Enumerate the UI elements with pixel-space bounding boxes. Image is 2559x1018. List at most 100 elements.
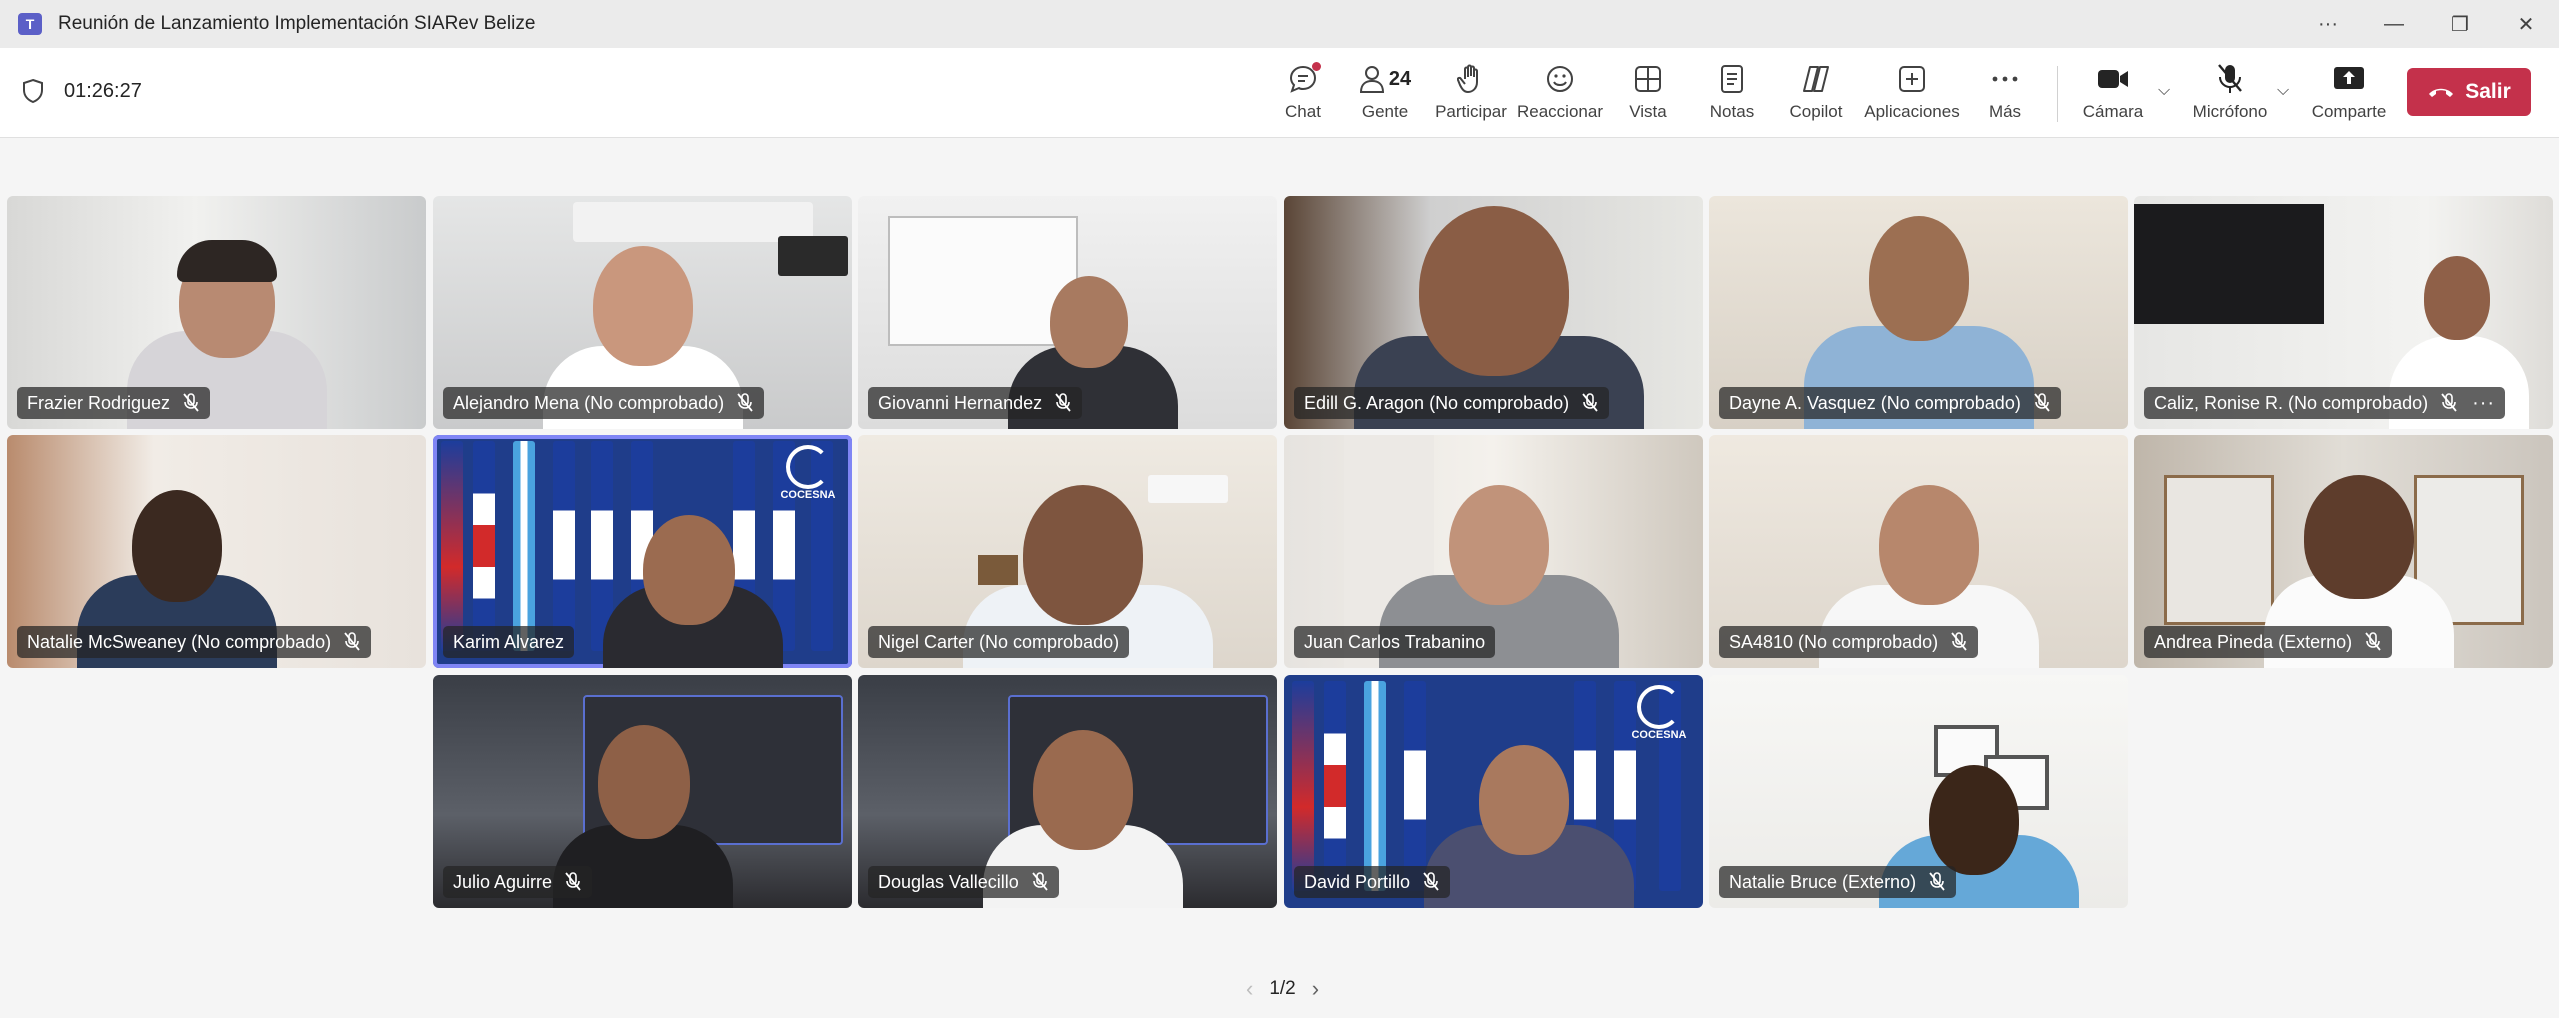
video-tile[interactable]: Caliz, Ronise R. (No comprobado) ··· — [2134, 196, 2553, 429]
next-page-button[interactable]: › — [1312, 976, 1319, 1002]
participant-name: Natalie Bruce (Externo) — [1729, 871, 1917, 892]
participant-name: Natalie McSweaney (No comprobado) — [27, 631, 332, 652]
view-button[interactable]: Vista — [1627, 60, 1669, 130]
video-tile-active-speaker[interactable]: COCESNA Karim Alvarez — [433, 435, 852, 668]
window-more-button[interactable]: ··· — [2295, 0, 2361, 48]
share-label: Comparte — [2311, 102, 2387, 121]
shield-icon — [23, 78, 43, 104]
people-label: Gente — [1361, 102, 1409, 121]
participant-name: Frazier Rodriguez — [27, 392, 171, 413]
camera-icon — [2097, 60, 2129, 98]
cocesna-logo: COCESNA — [1629, 685, 1689, 747]
participant-name-chip: Dayne A. Vasquez (No comprobado) — [1719, 387, 2061, 419]
close-button[interactable]: ✕ — [2493, 0, 2559, 48]
mic-off-icon — [1951, 632, 1967, 651]
participant-name-chip: Julio Aguirre — [443, 866, 593, 898]
more-icon — [1991, 60, 2019, 98]
tile-more-options-icon[interactable]: ··· — [2472, 392, 2495, 415]
copilot-icon — [1800, 60, 1832, 98]
gallery-pager: ‹ 1/2 › — [1230, 976, 1335, 1002]
unread-indicator — [1312, 62, 1321, 71]
share-screen-icon — [2333, 60, 2365, 98]
mic-off-icon — [1929, 872, 1945, 891]
hang-up-icon — [2429, 88, 2454, 97]
video-tile[interactable]: Nigel Carter (No comprobado) — [858, 435, 1277, 668]
video-tile[interactable]: Juan Carlos Trabanino — [1284, 435, 1703, 668]
video-tile[interactable]: COCESNA David Portillo — [1284, 675, 1703, 908]
video-tile[interactable]: Natalie McSweaney (No comprobado) — [7, 435, 426, 668]
previous-page-button[interactable]: ‹ — [1246, 976, 1253, 1002]
people-icon: 24 — [1359, 60, 1411, 98]
microphone-button[interactable]: Micrófono — [2190, 60, 2270, 130]
elapsed-time: 01:26:27 — [64, 79, 142, 102]
participant-name: Dayne A. Vasquez (No comprobado) — [1729, 392, 2021, 413]
notes-icon — [1719, 60, 1745, 98]
meeting-toolbar: 01:26:27 Chat 24 Gente Participar Reacci… — [0, 48, 2559, 138]
participant-name: SA4810 (No comprobado) — [1729, 631, 1939, 652]
apps-button[interactable]: Aplicaciones — [1864, 60, 1960, 130]
video-tile[interactable]: SA4810 (No comprobado) — [1709, 435, 2128, 668]
meeting-timer: 01:26:27 — [22, 78, 142, 104]
raise-hand-button[interactable]: Participar — [1435, 60, 1507, 130]
copilot-button[interactable]: Copilot — [1786, 60, 1846, 130]
chat-label: Chat — [1285, 102, 1321, 121]
video-tile[interactable]: Edill G. Aragon (No comprobado) — [1284, 196, 1703, 429]
chat-button[interactable]: Chat — [1283, 60, 1323, 130]
participant-name: Giovanni Hernandez — [878, 392, 1043, 413]
participant-name-chip: David Portillo — [1294, 866, 1451, 898]
notes-button[interactable]: Notas — [1708, 60, 1756, 130]
view-label: Vista — [1629, 102, 1667, 121]
toolbar-divider — [2057, 66, 2058, 122]
leave-button[interactable]: Salir — [2407, 68, 2531, 116]
leave-label: Salir — [2465, 80, 2511, 103]
video-tile[interactable]: Alejandro Mena (No comprobado) — [433, 196, 852, 429]
video-tile[interactable]: Andrea Pineda (Externo) — [2134, 435, 2553, 668]
camera-button[interactable]: Cámara — [2082, 60, 2144, 130]
mic-off-icon — [737, 393, 753, 412]
emoji-icon — [1545, 60, 1575, 98]
mic-off-icon — [2217, 60, 2243, 98]
mic-off-icon — [183, 393, 199, 412]
video-tile[interactable]: Douglas Vallecillo — [858, 675, 1277, 908]
participant-name: Juan Carlos Trabanino — [1304, 631, 1486, 652]
mic-off-icon — [2365, 632, 2381, 651]
more-label: Más — [1988, 102, 2022, 121]
minimize-button[interactable]: — — [2361, 0, 2427, 48]
mic-options-chevron-icon[interactable]: ⌵ — [2277, 82, 2289, 100]
participant-name: Alejandro Mena (No comprobado) — [453, 392, 725, 413]
react-button[interactable]: Reaccionar — [1517, 60, 1603, 130]
video-tile[interactable]: Natalie Bruce (Externo) — [1709, 675, 2128, 908]
window-controls: ··· — ❐ ✕ — [2295, 0, 2559, 48]
title-bar: T Reunión de Lanzamiento Implementación … — [0, 0, 2559, 48]
camera-options-chevron-icon[interactable]: ⌵ — [2158, 82, 2170, 100]
participant-name-chip: Juan Carlos Trabanino — [1294, 626, 1496, 658]
people-button[interactable]: 24 Gente — [1358, 60, 1412, 130]
apps-label: Aplicaciones — [1864, 102, 1960, 121]
participant-name: Douglas Vallecillo — [878, 871, 1019, 892]
participant-name-chip: Edill G. Aragon (No comprobado) — [1294, 387, 1610, 419]
video-stage: Frazier Rodriguez Alejandro Mena (No com… — [0, 139, 2559, 1018]
participant-name-chip: Natalie McSweaney (No comprobado) — [17, 626, 372, 658]
raise-hand-icon — [1457, 60, 1485, 98]
participant-name-chip: Natalie Bruce (Externo) — [1719, 866, 1957, 898]
more-button[interactable]: Más — [1985, 60, 2025, 130]
participant-name-chip: Karim Alvarez — [443, 626, 575, 658]
video-tile[interactable]: Julio Aguirre — [433, 675, 852, 908]
participant-name-chip: Frazier Rodriguez — [17, 387, 211, 419]
restore-button[interactable]: ❐ — [2427, 0, 2493, 48]
mic-off-icon — [2034, 393, 2050, 412]
video-tile[interactable]: Dayne A. Vasquez (No comprobado) — [1709, 196, 2128, 429]
share-button[interactable]: Comparte — [2312, 60, 2386, 130]
video-tile[interactable]: Frazier Rodriguez — [7, 196, 426, 429]
notes-label: Notas — [1709, 102, 1755, 121]
microphone-label: Micrófono — [2192, 102, 2268, 121]
participant-name-chip: Giovanni Hernandez — [868, 387, 1083, 419]
mic-off-icon — [2441, 393, 2457, 412]
mic-off-icon — [1423, 872, 1439, 891]
participant-name-chip: SA4810 (No comprobado) — [1719, 626, 1979, 658]
participant-name: Karim Alvarez — [453, 631, 565, 652]
window-title: Reunión de Lanzamiento Implementación SI… — [58, 13, 536, 34]
people-count: 24 — [1388, 67, 1412, 90]
video-tile[interactable]: Giovanni Hernandez — [858, 196, 1277, 429]
participant-name-chip: Caliz, Ronise R. (No comprobado) ··· — [2144, 387, 2506, 419]
